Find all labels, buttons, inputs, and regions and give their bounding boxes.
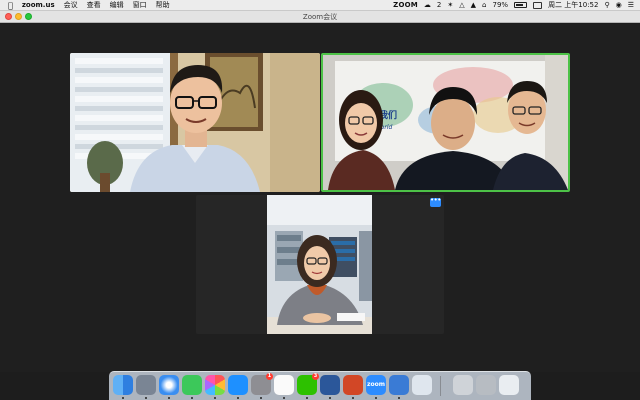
launchpad-icon[interactable]: [136, 375, 156, 395]
menu-view[interactable]: 查看: [87, 0, 101, 11]
dock: 1 3 zoom: [109, 371, 531, 400]
participant-video: [267, 195, 372, 334]
siri-icon[interactable]: ◉: [616, 0, 622, 11]
running-indicator: [306, 397, 308, 399]
running-indicator: [122, 397, 124, 399]
running-indicator: [329, 397, 331, 399]
menu-bar:  zoom.us 会议 查看 编辑 窗口 帮助 ZOOM ☁ 2 ✶ △ ▲ …: [0, 0, 640, 11]
running-indicator: [375, 397, 377, 399]
notification-center-icon[interactable]: ☰: [628, 0, 634, 11]
running-indicator: [191, 397, 193, 399]
running-indicator: [237, 397, 239, 399]
menu-edit[interactable]: 编辑: [110, 0, 124, 11]
participant-video-tile[interactable]: •••: [196, 195, 444, 334]
zoom-icon[interactable]: zoom: [366, 375, 386, 395]
battery-percent: 79%: [492, 1, 509, 9]
finder-icon[interactable]: [113, 375, 133, 395]
trash-icon[interactable]: [499, 375, 519, 395]
baidu-netdisk-icon[interactable]: [389, 375, 409, 395]
participant-video: [70, 53, 320, 192]
running-indicator: [283, 397, 285, 399]
preview-icon[interactable]: [412, 375, 432, 395]
wechat-badge: 3: [312, 373, 319, 380]
zoom-status-label[interactable]: ZOOM: [393, 0, 418, 11]
spotlight-icon[interactable]: ⚲: [604, 0, 609, 11]
dock-separator: [440, 376, 441, 396]
menu-app-name[interactable]: zoom.us: [22, 0, 55, 11]
window-title-bar: Zoom会议: [0, 11, 640, 23]
volume-icon[interactable]: ▲: [471, 0, 476, 11]
participant-video: 走近我们 the World: [323, 55, 568, 190]
scanner-icon[interactable]: [453, 375, 473, 395]
word-icon[interactable]: [320, 375, 340, 395]
participant-more-options-button[interactable]: •••: [430, 197, 441, 207]
battery-icon[interactable]: [514, 0, 528, 11]
running-indicator: [168, 397, 170, 399]
photos-icon[interactable]: [205, 375, 225, 395]
system-preferences-badge: 1: [266, 373, 273, 380]
wechat-count: 2: [436, 1, 442, 9]
app-store-icon[interactable]: [228, 375, 248, 395]
running-indicator: [145, 397, 147, 399]
running-indicator: [214, 397, 216, 399]
powerpoint-icon[interactable]: [343, 375, 363, 395]
clock[interactable]: 周二 上午10:52: [548, 0, 598, 11]
input-method-icon[interactable]: [533, 0, 543, 11]
qq-icon[interactable]: [274, 375, 294, 395]
participant-video-frame: [267, 195, 372, 334]
meeting-gallery: 走近我们 the World: [0, 24, 640, 372]
safari-icon[interactable]: [159, 375, 179, 395]
facetime-icon[interactable]: [182, 375, 202, 395]
airplay-icon[interactable]: △: [459, 0, 464, 11]
window-title: Zoom会议: [302, 13, 338, 21]
menu-window[interactable]: 窗口: [133, 0, 147, 11]
wechat-status-icon[interactable]: ☁: [424, 0, 431, 11]
wifi-icon[interactable]: ⌂: [482, 0, 486, 11]
running-indicator: [352, 397, 354, 399]
menu-meeting[interactable]: 会议: [64, 0, 78, 11]
running-indicator: [398, 397, 400, 399]
apple-icon[interactable]: : [8, 0, 13, 11]
printer-icon[interactable]: [476, 375, 496, 395]
running-indicator: [260, 397, 262, 399]
participant-video-tile-active-speaker[interactable]: 走近我们 the World: [321, 53, 570, 192]
menu-help[interactable]: 帮助: [156, 0, 170, 11]
participant-video-tile[interactable]: [70, 53, 320, 192]
bluetooth-icon[interactable]: ✶: [447, 0, 453, 11]
